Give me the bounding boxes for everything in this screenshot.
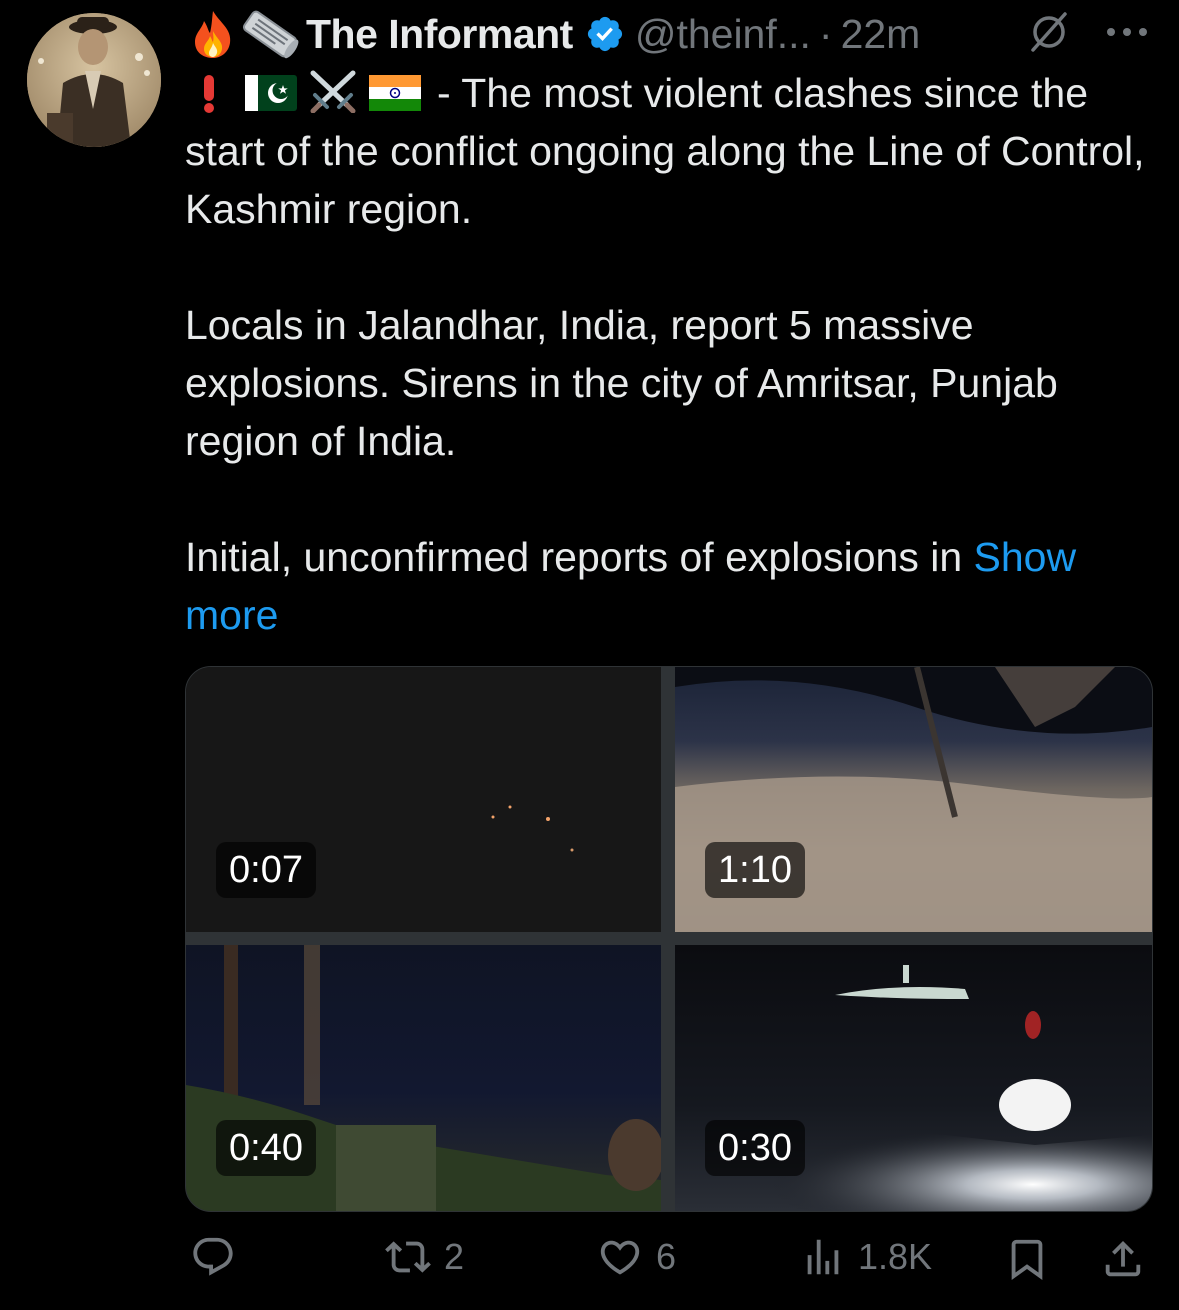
reply-icon xyxy=(190,1234,236,1280)
video-duration: 0:40 xyxy=(216,1120,316,1176)
paragraph-1: - The most violent clashes since the sta… xyxy=(185,64,1160,238)
views-button[interactable]: 1.8K xyxy=(800,1234,932,1280)
like-icon xyxy=(596,1234,644,1280)
share-button[interactable] xyxy=(1100,1234,1146,1284)
video-thumbnail-4[interactable]: 0:30 xyxy=(675,945,1152,1211)
pakistan-flag-icon xyxy=(245,75,297,111)
repost-button[interactable]: 2 xyxy=(384,1234,464,1280)
bookmark-icon xyxy=(1004,1234,1050,1284)
newspaper-roll-icon xyxy=(240,9,300,59)
post-time[interactable]: 22m xyxy=(841,11,921,58)
views-icon xyxy=(800,1234,846,1280)
like-button[interactable]: 6 xyxy=(596,1234,676,1280)
header-actions xyxy=(1027,10,1149,54)
video-thumbnail-2[interactable]: 1:10 xyxy=(675,667,1152,932)
repost-count: 2 xyxy=(444,1236,465,1277)
video-thumbnail-3[interactable]: 0:40 xyxy=(186,945,661,1211)
red-exclamation-icon xyxy=(199,71,219,113)
separator-dot: · xyxy=(818,10,833,57)
post-text: - The most violent clashes since the sta… xyxy=(185,64,1160,644)
reply-button[interactable] xyxy=(190,1234,248,1280)
bookmark-button[interactable] xyxy=(1004,1234,1050,1284)
paragraph-3: Initial, unconfirmed reports of explosio… xyxy=(185,528,1160,644)
paragraph-3-text: Initial, unconfirmed reports of explosio… xyxy=(185,534,963,580)
india-flag-icon xyxy=(369,75,421,111)
crossed-swords-icon xyxy=(307,69,359,113)
media-grid: 0:07 1:10 0:40 0:30 xyxy=(185,666,1153,1212)
like-count: 6 xyxy=(656,1236,677,1277)
fire-emoji-icon xyxy=(190,9,236,59)
avatar[interactable] xyxy=(27,13,161,147)
video-duration: 1:10 xyxy=(705,842,805,898)
repost-icon xyxy=(384,1234,432,1280)
action-bar: 2 6 1.8K xyxy=(0,1234,1179,1290)
post-header: The Informant @theinf... · 22m xyxy=(190,6,920,62)
more-icon[interactable] xyxy=(1105,26,1149,38)
video-duration: 0:30 xyxy=(705,1120,805,1176)
grok-icon[interactable] xyxy=(1027,10,1071,54)
author-handle[interactable]: @theinf... xyxy=(635,11,811,58)
share-icon xyxy=(1100,1234,1146,1284)
verified-badge-icon[interactable] xyxy=(585,14,625,54)
author-name[interactable]: The Informant xyxy=(306,11,573,58)
views-count: 1.8K xyxy=(858,1236,933,1277)
video-duration: 0:07 xyxy=(216,842,316,898)
video-thumbnail-1[interactable]: 0:07 xyxy=(186,667,661,932)
paragraph-2: Locals in Jalandhar, India, report 5 mas… xyxy=(185,302,1058,464)
